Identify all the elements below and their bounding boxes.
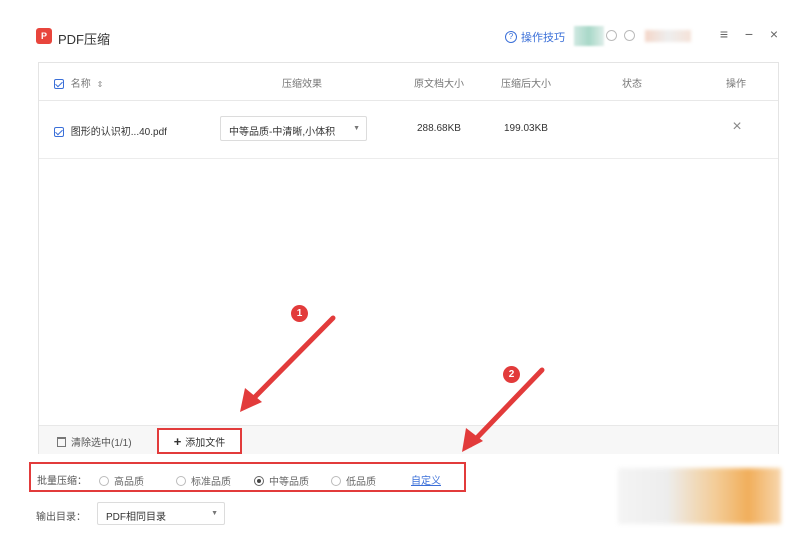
select-all-checkbox[interactable] [54, 79, 64, 90]
radio-standard[interactable]: 标准品质 [176, 473, 231, 488]
add-file-label: 添加文件 [185, 437, 226, 449]
settings-icon[interactable] [624, 30, 635, 41]
header-effect: 压缩效果 [282, 79, 322, 90]
file-name: 图形的认识初...40.pdf [70, 127, 167, 138]
add-file-button[interactable]: + 添加文件 [157, 428, 242, 454]
radio-label: 标准品质 [191, 477, 231, 488]
header-name-label: 名称 [70, 79, 91, 90]
output-label: 输出目录： [36, 512, 86, 523]
row-checkbox[interactable] [54, 127, 64, 138]
blurred-region [574, 26, 604, 46]
radio-dot [99, 475, 109, 486]
radio-dot [331, 475, 341, 486]
radio-low[interactable]: 低品质 [331, 473, 376, 488]
table-header: 名称 ⇕ 压缩效果 原文档大小 压缩后大小 状态 操作 [39, 63, 778, 101]
tips-label: 操作技巧 [521, 32, 565, 44]
chevron-down-icon: ▼ [353, 125, 360, 132]
panel-footer: 清除选中(1/1) + 添加文件 [39, 425, 778, 454]
pdf-logo-icon: P [36, 28, 52, 44]
header-action: 操作 [726, 79, 746, 90]
app-title: PDF压缩 [58, 32, 111, 47]
help-icon: ? [505, 31, 517, 43]
radio-high[interactable]: 高品质 [99, 473, 144, 488]
radio-medium[interactable]: 中等品质 [254, 473, 309, 488]
clear-selected-button[interactable]: 清除选中(1/1) [57, 434, 132, 449]
header-original-size: 原文档大小 [414, 79, 464, 90]
sort-icon[interactable]: ⇕ [97, 80, 104, 89]
radio-dot-selected [254, 475, 264, 486]
refresh-icon[interactable] [606, 30, 617, 41]
radio-label: 高品质 [114, 477, 144, 488]
row-name-cell[interactable]: 图形的认识初...40.pdf [54, 123, 167, 138]
original-size: 288.68KB [417, 123, 461, 134]
header-compressed-size: 压缩后大小 [501, 79, 551, 90]
trash-icon [57, 436, 66, 447]
radio-label: 低品质 [346, 477, 376, 488]
batch-label: 批量压缩： [37, 476, 87, 487]
title-bar: P PDF压缩 ? 操作技巧 ≡ − × [0, 0, 801, 62]
clear-selected-label: 清除选中(1/1) [71, 438, 132, 449]
radio-dot [176, 475, 186, 486]
output-dir-select[interactable]: PDF相同目录 ▼ [97, 502, 225, 525]
blurred-account [645, 30, 691, 42]
output-dir-value: PDF相同目录 [106, 512, 166, 523]
table-row: 图形的认识初...40.pdf 中等品质-中清晰,小体积 ▼ 288.68KB … [39, 101, 778, 159]
close-window-button[interactable]: × [766, 26, 782, 42]
compressed-size: 199.03KB [504, 123, 548, 134]
plus-icon: + [173, 433, 182, 449]
header-status: 状态 [622, 79, 642, 90]
blurred-region [618, 468, 781, 524]
batch-quality-group: 批量压缩： 高品质 标准品质 中等品质 低品质 自定义 [29, 462, 466, 492]
tips-link[interactable]: ? 操作技巧 [505, 29, 565, 45]
annotation-badge-2: 2 [503, 366, 520, 383]
radio-label: 中等品质 [269, 477, 309, 488]
custom-link[interactable]: 自定义 [411, 472, 441, 487]
file-list-panel: 名称 ⇕ 压缩效果 原文档大小 压缩后大小 状态 操作 图形的认识初...40.… [38, 62, 779, 454]
quality-select-value: 中等品质-中清晰,小体积 [229, 127, 336, 138]
menu-icon[interactable]: ≡ [716, 26, 732, 42]
remove-row-icon[interactable]: × [729, 118, 745, 136]
annotation-badge-1: 1 [291, 305, 308, 322]
minimize-button[interactable]: − [741, 26, 757, 42]
chevron-down-icon: ▼ [211, 510, 218, 517]
quality-select[interactable]: 中等品质-中清晰,小体积 ▼ [220, 116, 367, 141]
header-name[interactable]: 名称 ⇕ [54, 75, 103, 90]
